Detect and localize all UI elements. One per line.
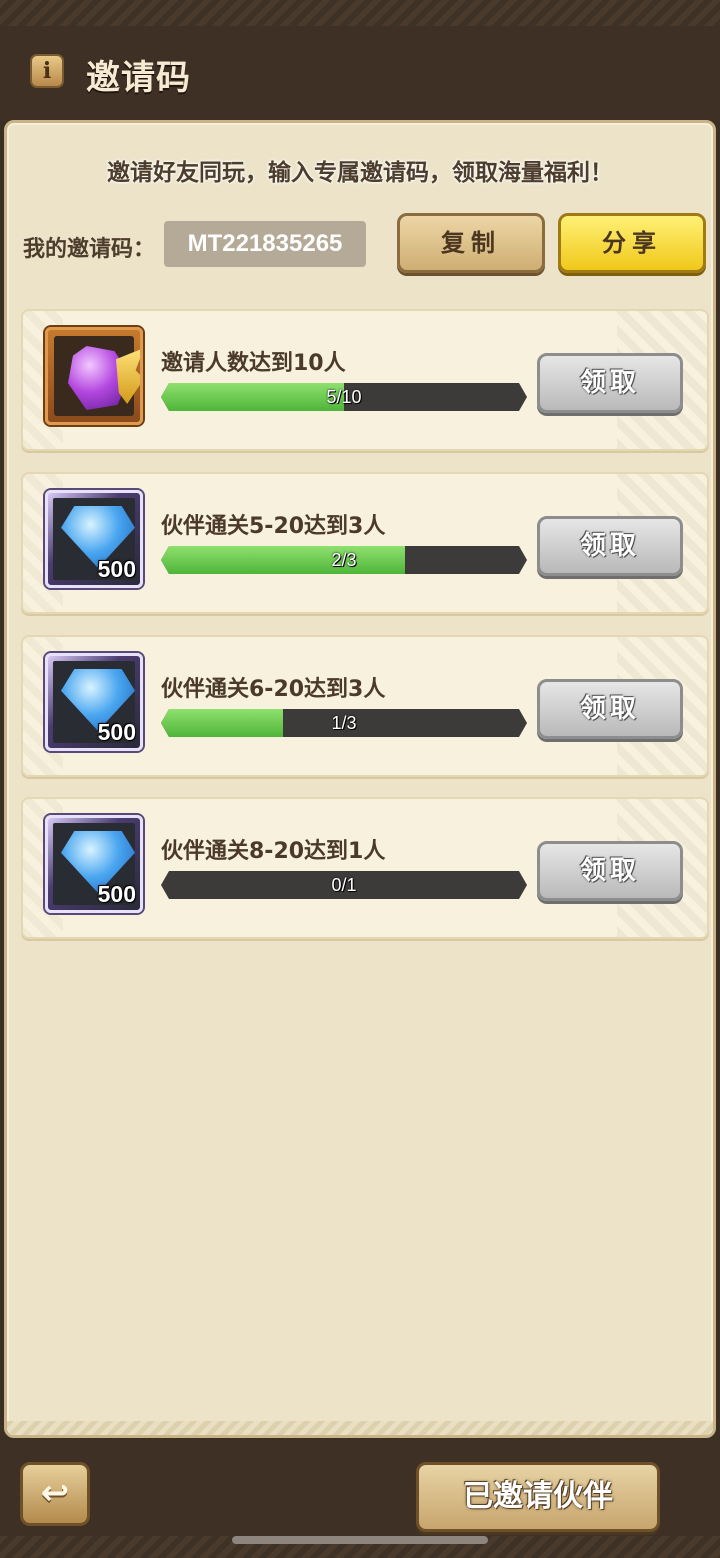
invite-code-label: 我的邀请码： [23, 237, 156, 262]
reward-quantity: 500 [97, 556, 136, 582]
top-decor-strip [0, 0, 720, 26]
claim-button[interactable]: 领取 [537, 516, 683, 576]
task-item: 500 伙伴通关5-20达到3人 2/3 领取 [21, 472, 709, 614]
progress-text: 0/1 [331, 875, 357, 895]
task-title: 伙伴通关5-20达到3人 [161, 514, 386, 539]
page-title: 邀请码 [86, 58, 191, 98]
task-item: 邀请人数达到10人 5/10 领取 [21, 309, 709, 451]
reward-quantity: 500 [97, 719, 136, 745]
task-title: 伙伴通关6-20达到3人 [161, 677, 386, 702]
progress-text: 2/3 [331, 550, 357, 570]
reward-quantity: 500 [97, 881, 136, 907]
home-indicator[interactable] [232, 1536, 488, 1544]
progress-bar: 0/1 [161, 871, 527, 899]
reward-background [54, 336, 140, 416]
info-icon[interactable]: i [30, 54, 64, 88]
task-item: 500 伙伴通关8-20达到1人 0/1 领取 [21, 797, 709, 939]
claim-button[interactable]: 领取 [537, 679, 683, 739]
progress-text: 5/10 [326, 387, 362, 407]
claim-button[interactable]: 领取 [537, 353, 683, 413]
progress-bar: 1/3 [161, 709, 527, 737]
progress-bar: 5/10 [161, 383, 527, 411]
back-button[interactable]: ↩ [20, 1462, 90, 1526]
task-title: 邀请人数达到10人 [161, 351, 346, 376]
progress-text: 1/3 [331, 713, 357, 733]
reward-slot[interactable]: 500 [45, 490, 143, 588]
task-title: 伙伴通关8-20达到1人 [161, 839, 386, 864]
header: i 邀请码 [0, 26, 720, 122]
copy-button[interactable]: 复制 [397, 213, 545, 273]
claim-button[interactable]: 领取 [537, 841, 683, 901]
progress-bar: 2/3 [161, 546, 527, 574]
invited-partners-button[interactable]: 已邀请伙伴 [416, 1462, 660, 1532]
share-button[interactable]: 分享 [558, 213, 706, 273]
invite-code-field[interactable]: MT221835265 [164, 221, 366, 267]
panel-bottom-decor [7, 1421, 713, 1435]
reward-slot[interactable] [45, 327, 143, 425]
task-item: 500 伙伴通关6-20达到3人 1/3 领取 [21, 635, 709, 777]
notice-text: 邀请好友同玩，输入专属邀请码，领取海量福利！ [107, 160, 613, 186]
invite-panel: 邀请好友同玩，输入专属邀请码，领取海量福利！ 我的邀请码： MT22183526… [4, 120, 716, 1438]
reward-slot[interactable]: 500 [45, 815, 143, 913]
reward-slot[interactable]: 500 [45, 653, 143, 751]
